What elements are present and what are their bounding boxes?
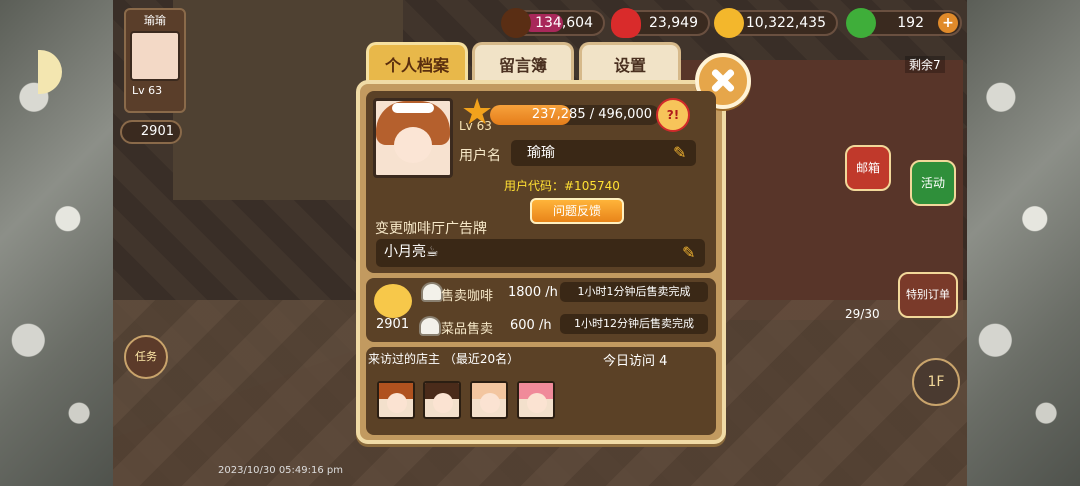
visitor-face [387,393,407,413]
coffee-sales-status: 1小时1分钟后售卖完成 [560,282,708,302]
heart-counter: 23,949 [611,8,710,38]
reputation-badge-icon [374,284,412,318]
dish-cloche-icon [419,316,441,336]
player-avatar-card[interactable]: 瑜瑜 Lv 63 [124,8,186,113]
profile-level: Lv 63 [459,119,492,133]
player-avatar [130,31,180,81]
coffee-bean-icon [501,8,531,38]
edit-username-icon[interactable]: ✎ [673,144,691,162]
visitor-face [480,393,500,413]
username-field[interactable]: 瑜瑜 [511,140,696,166]
visitor-avatar[interactable] [377,381,415,419]
dish-sales-status: 1小时12分钟后售卖完成 [560,314,708,334]
exp-text: 237,285 / 496,000 [531,107,652,122]
edit-signboard-icon[interactable]: ✎ [682,244,700,262]
today-visits: 今日访问 4 [603,354,668,369]
visitor-avatar[interactable] [423,381,461,419]
avatar-face [394,127,432,163]
visitor-face [433,393,453,413]
order-count: 29/30 [845,307,880,321]
mail-button[interactable]: 邮箱 [845,145,891,191]
coffee-sales-label: 售卖咖啡 [441,289,494,304]
gold-value: 10,322,435 [745,15,826,31]
reputation-counter: 2901 [120,120,182,144]
coffee-bean-counter: 134,604 [501,8,605,38]
feedback-button[interactable]: 问题反馈 [530,198,624,224]
right-margin-flowers [967,0,1080,486]
gold-coin-icon [714,8,744,38]
heart-value: 23,949 [649,15,698,31]
sales-reputation: 2901 [376,317,410,332]
player-level: Lv 63 [132,84,163,97]
profile-avatar [373,98,453,178]
gem-counter[interactable]: 192 + [846,8,962,38]
player-name: 瑜瑜 [144,14,166,27]
coffee-sales-rate: 1800 /h [508,285,558,300]
dish-sales-label: 菜品售卖 [441,322,494,337]
visitor-avatar[interactable] [470,381,508,419]
exp-bar: 237,285 / 496,000 [490,105,660,125]
visitor-face [527,393,547,413]
username-label: 用户名 [459,148,501,164]
exp-bonus-icon[interactable]: ?! [656,98,690,132]
coffee-cup-icon [421,282,443,302]
signboard-field[interactable]: 小月亮☕ [376,239,705,267]
dish-sales-rate: 600 /h [510,318,552,333]
avatar-cap [392,103,434,113]
floor-button[interactable]: 1F [912,358,960,406]
user-code: 用户代码：#105740 [504,179,620,193]
gem-value: 192 [897,15,924,31]
visitor-avatar[interactable] [517,381,555,419]
heart-icon [611,8,641,38]
gem-icon [846,8,876,38]
special-order-button[interactable]: 特别订单 [898,272,958,318]
event-button[interactable]: 活动 [910,160,956,206]
gem-plus-icon[interactable]: + [938,13,958,33]
signboard-label: 变更咖啡厅广告牌 [375,221,487,237]
timestamp: 2023/10/30 05:49:16 pm [218,465,343,476]
coffee-bean-value: 134,604 [535,15,593,31]
remaining-count: 剩余7 [905,56,945,73]
gold-counter: 10,322,435 [714,8,838,38]
visitors-title: 来访过的店主 （最近20名） [368,352,520,366]
quest-button[interactable]: 任务 [124,335,168,379]
